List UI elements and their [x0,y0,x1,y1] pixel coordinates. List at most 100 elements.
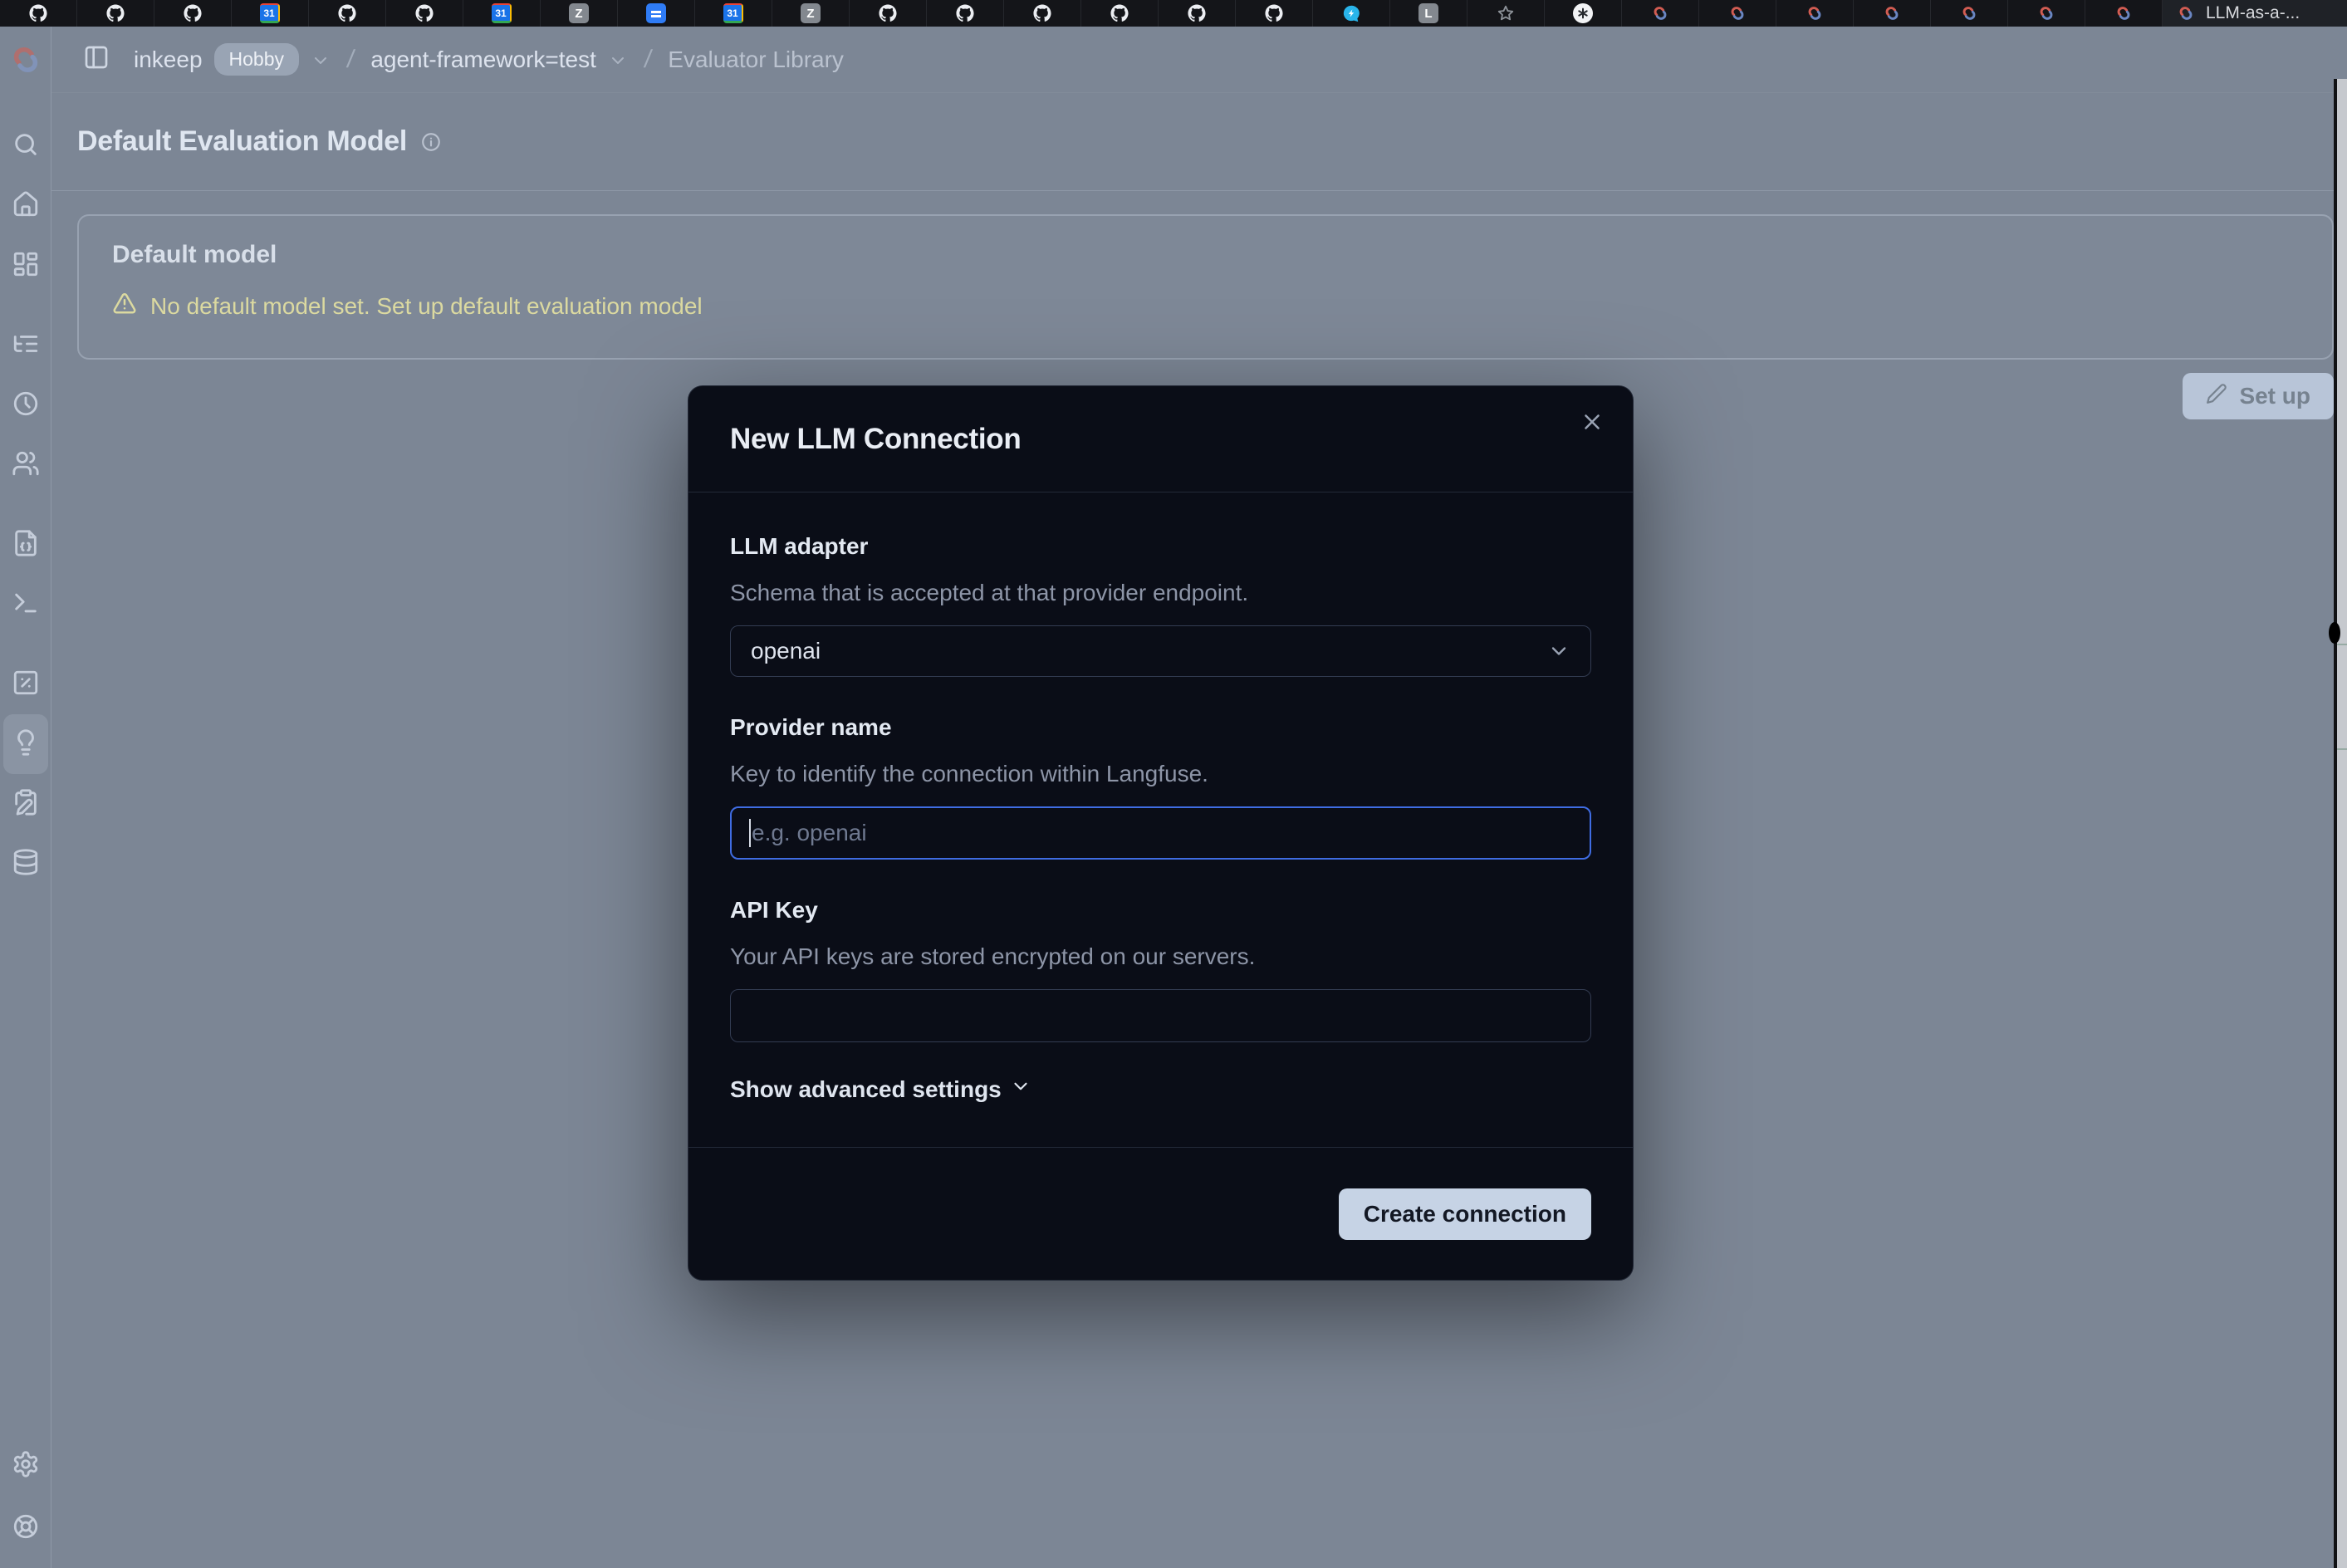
browser-tab[interactable] [154,0,232,27]
sidebar-item-evaluation[interactable] [3,714,48,774]
github-favicon-icon [414,3,434,23]
browser-tab[interactable] [1159,0,1236,27]
users-icon [12,449,40,482]
sidebar-item-datasets[interactable] [3,834,48,894]
provider-name-input[interactable] [730,806,1591,860]
browser-tab[interactable] [927,0,1004,27]
github-favicon-icon [878,3,898,23]
browser-tab[interactable] [1622,0,1699,27]
z-favicon-icon: Z [801,3,821,23]
browser-tab[interactable] [1776,0,1854,27]
plan-badge: Hobby [214,43,299,76]
sidebar-item-tracing[interactable] [3,316,48,375]
create-connection-button[interactable]: Create connection [1339,1188,1591,1240]
field-label: API Key [730,896,1591,924]
sidebar-item-prompts[interactable] [3,515,48,575]
browser-tab[interactable] [1699,0,1776,27]
sidebar-item-support[interactable] [3,1498,48,1558]
sidebar-item-users[interactable] [3,435,48,495]
browser-tab[interactable] [1931,0,2008,27]
browser-tab[interactable]: L [1390,0,1467,27]
sidebar-item-home[interactable] [3,176,48,236]
prompts-icon [12,529,40,561]
z-favicon-icon: Z [569,3,589,23]
browser-tab[interactable]: 31 [695,0,772,27]
field-label: LLM adapter [730,532,1591,561]
provider-name-field: Provider name Key to identify the connec… [730,713,1591,860]
gcal-favicon-icon: 31 [260,3,280,23]
show-advanced-settings-toggle[interactable]: Show advanced settings [730,1076,1591,1103]
llm-adapter-field: LLM adapter Schema that is accepted at t… [730,532,1591,677]
browser-tab[interactable] [1854,0,1931,27]
sidebar-item-experiments[interactable] [3,654,48,714]
experiments-icon [12,669,40,701]
sidebar-item-search[interactable] [3,116,48,176]
sidebar-item-settings[interactable] [3,1436,48,1496]
sidebar-item-playground[interactable] [3,575,48,635]
modal-title: New LLM Connection [730,423,1021,456]
close-icon [1580,424,1605,438]
browser-tab[interactable] [77,0,154,27]
sidebar-item-dashboards[interactable] [3,236,48,296]
warning-text: No default model set. Set up default eva… [150,293,703,320]
star-favicon-icon [1496,3,1516,23]
browser-tab[interactable] [1313,0,1390,27]
right-edge-window-sliver [2334,79,2347,1568]
github-favicon-icon [1187,3,1207,23]
github-favicon-icon [183,3,203,23]
github-favicon-icon [1264,3,1284,23]
close-button[interactable] [1580,409,1606,436]
browser-tab-active[interactable]: LLM-as-a-... [2163,0,2347,27]
project-name: agent-framework=test [370,47,596,73]
browser-tab[interactable] [1236,0,1313,27]
set-up-button-label: Set up [2239,383,2310,409]
org-switcher[interactable]: inkeep Hobby [134,43,331,76]
langfuse-favicon-icon [1650,3,1670,23]
langfuse-favicon-icon [1805,3,1825,23]
top-nav: inkeep Hobby / agent-framework=test / Ev… [51,27,2347,93]
active-tab-title: LLM-as-a-... [2206,3,2300,23]
set-up-button[interactable]: Set up [2183,373,2334,419]
browser-tab[interactable] [850,0,927,27]
sidebar-item-annotation[interactable] [3,774,48,834]
sidebar-toggle-button[interactable] [79,42,114,77]
browser-tab[interactable]: Z [541,0,618,27]
browser-tab[interactable] [1545,0,1622,27]
browser-tab[interactable] [618,0,695,27]
chevron-down-icon [1010,1076,1031,1103]
search-icon [12,130,40,163]
browser-tab[interactable] [1081,0,1159,27]
project-switcher[interactable]: agent-framework=test [370,47,628,73]
chevron-down-icon [608,50,628,70]
langfuse-favicon-icon [1727,3,1747,23]
langfuse-logo[interactable] [0,27,51,93]
home-icon [12,190,40,223]
field-label: Provider name [730,713,1591,742]
llm-adapter-select[interactable]: openai [730,625,1591,677]
browser-tab[interactable]: 31 [232,0,309,27]
github-favicon-icon [337,3,357,23]
langfuse-favicon-icon [1959,3,1979,23]
browser-tab[interactable]: Z [772,0,850,27]
text-caret [749,819,751,847]
sidebar-nav [0,93,51,894]
org-name: inkeep [134,47,203,73]
sidebar-item-sessions[interactable] [3,375,48,435]
openai-favicon-icon [1573,3,1593,23]
browser-tab[interactable] [2008,0,2085,27]
browser-tab[interactable] [309,0,386,27]
annotation-icon [12,788,40,821]
info-icon[interactable] [420,131,442,153]
support-icon [12,1512,40,1545]
sessions-icon [12,390,40,422]
l-favicon-icon: L [1418,3,1438,23]
api-key-input[interactable] [730,989,1591,1042]
browser-tab[interactable] [1467,0,1545,27]
browser-tab[interactable] [1004,0,1081,27]
browser-tab[interactable] [0,0,77,27]
langfuse-favicon-icon [2114,3,2134,23]
browser-tab[interactable] [386,0,463,27]
browser-tab[interactable] [2085,0,2163,27]
gcal-favicon-icon: 31 [492,3,512,23]
browser-tab[interactable]: 31 [463,0,541,27]
